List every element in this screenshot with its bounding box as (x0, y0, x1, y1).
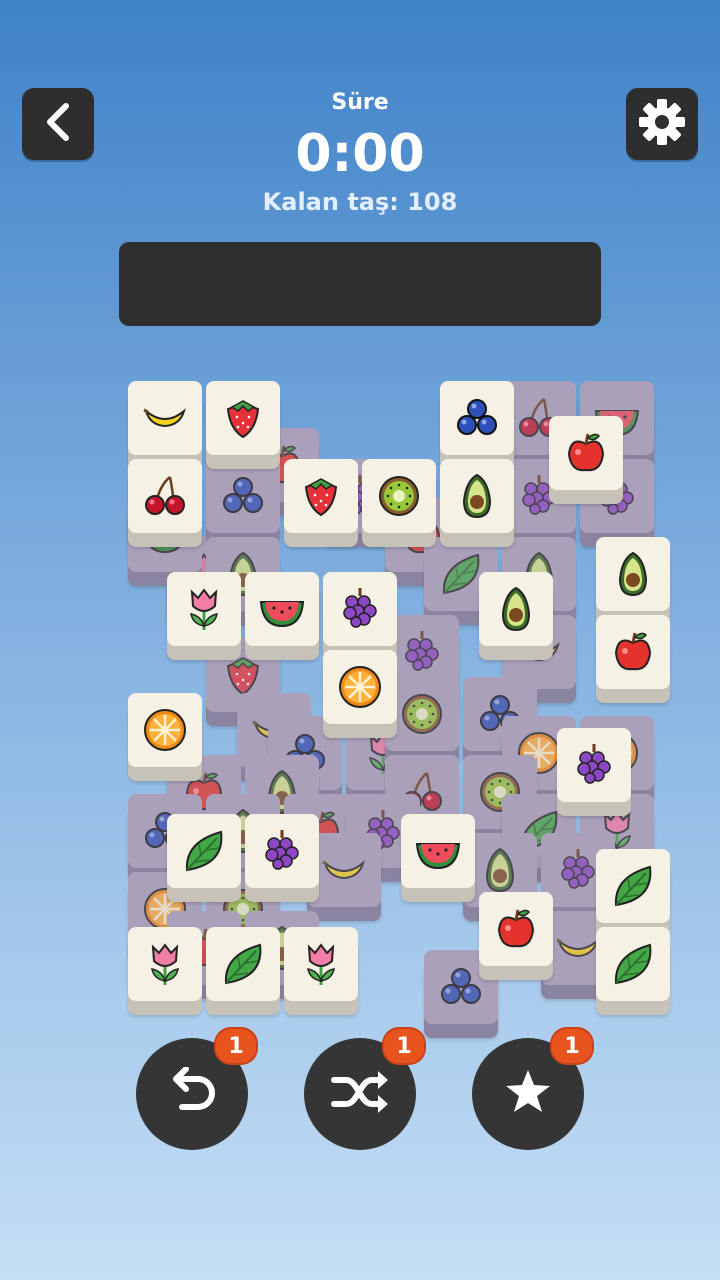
tile-strawberry[interactable] (284, 459, 358, 533)
watermelon-icon (257, 584, 307, 634)
tile-banana[interactable] (128, 381, 202, 455)
leaf-icon (608, 861, 658, 911)
strawberry-icon (218, 393, 268, 443)
blueberry-icon (436, 962, 486, 1012)
watermelon-icon (413, 826, 463, 876)
tulip-icon (179, 584, 229, 634)
cherry-icon (140, 471, 190, 521)
tile-blueberry[interactable] (440, 381, 514, 455)
apple-icon (561, 428, 611, 478)
leaf-icon (218, 939, 268, 989)
grapes-icon (257, 826, 307, 876)
shuffle-icon (330, 1067, 390, 1121)
apple-icon (608, 627, 658, 677)
strawberry-icon (296, 471, 346, 521)
avocado-icon (452, 471, 502, 521)
tile-leaf[interactable] (596, 849, 670, 923)
avocado-icon (491, 584, 541, 634)
banana-icon (140, 393, 190, 443)
orange-icon (140, 705, 190, 755)
leaf-icon (608, 939, 658, 989)
tile-apple[interactable] (479, 891, 553, 966)
tulip-icon (140, 939, 190, 989)
tile-avocado[interactable] (596, 537, 670, 611)
kiwi-icon (397, 689, 447, 739)
tile-grapes[interactable] (245, 813, 319, 888)
tulip-icon (296, 939, 346, 989)
avocado-icon (608, 549, 658, 599)
blueberry-icon (218, 471, 268, 521)
avocado-icon (475, 845, 525, 895)
tile-avocado[interactable] (440, 459, 514, 533)
banana-icon (319, 845, 369, 895)
tile-tulip[interactable] (284, 927, 358, 1001)
tile-grapes[interactable] (557, 728, 631, 803)
shuffle-count-badge: 1 (382, 1027, 426, 1065)
grapes-icon (397, 627, 447, 677)
tile-blueberry (206, 459, 280, 533)
grapes-icon (569, 740, 619, 790)
tile-grapes[interactable] (323, 572, 397, 647)
leaf-icon (179, 826, 229, 876)
tile-avocado[interactable] (479, 572, 553, 647)
tile-apple[interactable] (596, 615, 670, 689)
tile-tulip[interactable] (167, 572, 241, 647)
tile-tulip[interactable] (128, 927, 202, 1001)
tile-kiwi[interactable] (362, 459, 436, 533)
undo-count-badge: 1 (214, 1027, 258, 1065)
tile-watermelon[interactable] (245, 572, 319, 647)
tile-leaf[interactable] (206, 927, 280, 1001)
tile-orange[interactable] (128, 693, 202, 767)
tile-strawberry[interactable] (206, 381, 280, 455)
orange-icon (335, 662, 385, 712)
tile-apple[interactable] (549, 416, 624, 491)
grapes-icon (335, 584, 385, 634)
hint-count-badge: 1 (550, 1027, 594, 1065)
blueberry-icon (452, 393, 502, 443)
tile-leaf[interactable] (167, 813, 241, 888)
kiwi-icon (374, 471, 424, 521)
undo-arrow-icon (164, 1066, 220, 1121)
tile-leaf[interactable] (596, 927, 670, 1001)
tile-cherry[interactable] (128, 459, 202, 533)
tile-watermelon[interactable] (401, 813, 475, 888)
tile-orange[interactable] (323, 650, 397, 725)
star-icon (503, 1067, 553, 1121)
apple-icon (491, 904, 541, 954)
